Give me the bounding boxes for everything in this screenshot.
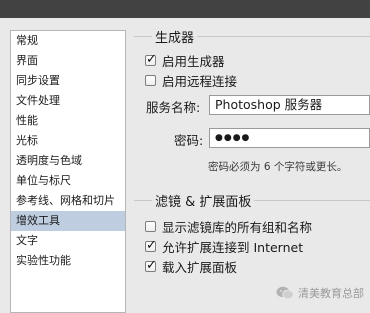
nav-item-file-handling[interactable]: 文件处理 [11,91,125,111]
service-name-label: 服务名称: [146,100,201,115]
nav-item-interface[interactable]: 界面 [11,51,125,71]
nav-item-general[interactable]: 常规 [11,31,125,51]
show-all-filters-checkbox-row[interactable]: 显示滤镜库的所有组和名称 [145,218,313,235]
password-hint: 密码必须为 6 个字符或更长。 [208,161,348,173]
nav-item-sync-settings[interactable]: 同步设置 [11,71,125,91]
enable-remote-checkbox-row[interactable]: 启用远程连接 [145,72,238,89]
nav-item-units-rulers[interactable]: 单位与标尺 [11,171,125,191]
allow-internet-checkbox-row[interactable]: ✓ 允许扩展连接到 Internet [145,237,304,255]
preferences-nav-list: 常规 界面 同步设置 文件处理 性能 光标 透明度与色域 单位与标尺 参考线、网… [10,30,126,313]
watermark-text: 清美教育总部 [298,287,364,300]
password-label: 密码: [174,133,204,148]
enable-generator-label: 启用生成器 [162,53,225,69]
allow-internet-label: 允许扩展连接到 Internet [162,239,304,255]
allow-internet-checkbox[interactable]: ✓ [145,237,157,253]
checkmark-icon: ✓ [146,257,157,273]
nav-item-plugins[interactable]: 增效工具 [11,211,125,231]
window-titlebar [0,0,370,18]
watermark: 清美教育总部 [276,285,364,301]
load-extensions-label: 载入扩展面板 [162,259,238,275]
filters-section-title: 滤镜 & 扩展面板 [152,191,255,210]
password-input[interactable]: ●●●● [209,128,370,148]
load-extensions-checkbox[interactable]: ✓ [145,257,157,273]
checkmark-icon: ✓ [146,237,157,253]
wechat-icon [276,286,294,300]
enable-remote-connection-checkbox[interactable] [145,74,156,86]
enable-remote-connection-label: 启用远程连接 [162,73,238,89]
nav-item-technology-previews[interactable]: 实验性功能 [11,251,125,271]
nav-item-performance[interactable]: 性能 [11,111,125,131]
enable-generator-checkbox-row[interactable]: ✓ 启用生成器 [145,51,225,69]
service-name-input[interactable]: Photoshop 服务器 [209,95,370,115]
show-all-filters-checkbox[interactable] [145,220,156,232]
show-all-filters-label: 显示滤镜库的所有组和名称 [162,219,313,235]
nav-item-guides-grid-slices[interactable]: 参考线、网格和切片 [11,191,125,211]
nav-item-transparency-gamut[interactable]: 透明度与色域 [11,151,125,171]
enable-generator-checkbox[interactable]: ✓ [145,51,157,67]
load-extensions-checkbox-row[interactable]: ✓ 载入扩展面板 [145,257,238,275]
checkmark-icon: ✓ [146,51,157,67]
nav-item-cursors[interactable]: 光标 [11,131,125,151]
generator-section-title: 生成器 [152,27,198,46]
nav-item-type[interactable]: 文字 [11,231,125,251]
